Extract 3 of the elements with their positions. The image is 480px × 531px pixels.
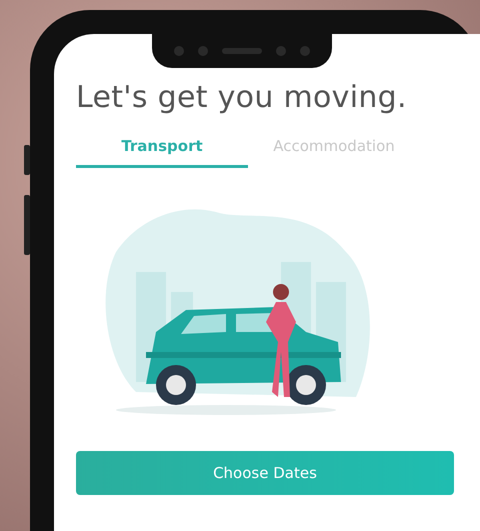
choose-dates-button[interactable]: Choose Dates [76, 451, 454, 495]
screen-title: Let's get you moving. [76, 80, 408, 115]
tab[interactable]: Transport [76, 133, 248, 168]
